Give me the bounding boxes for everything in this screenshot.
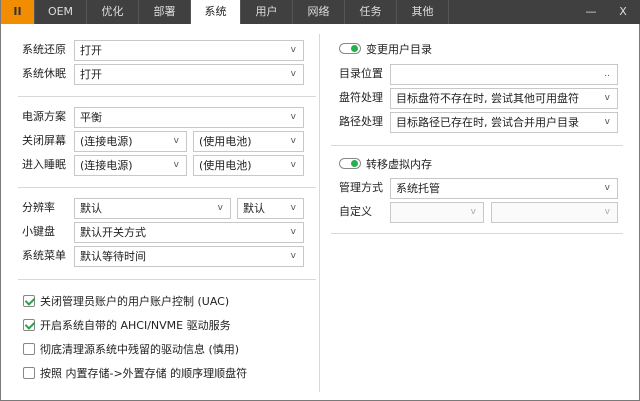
tab-other[interactable]: 其他 <box>397 0 449 24</box>
user-dir-toggle[interactable]: 变更用户目录 <box>339 42 432 58</box>
sleep-ac-select[interactable]: (连接电源) v <box>74 155 187 176</box>
chevron-down-icon: v <box>604 117 610 127</box>
chevron-down-icon: v <box>604 183 610 193</box>
path-handling-label: 路径处理 <box>339 115 383 128</box>
drive-handling-value: 目标盘符不存在时, 尝试其他可用盘符 <box>396 92 579 105</box>
dir-location-input[interactable]: .. <box>390 64 618 85</box>
checkbox-checked-icon <box>23 295 35 307</box>
manage-mode-select[interactable]: 系统托管 v <box>390 178 618 199</box>
drive-order-checkbox[interactable]: 按照 内置存储->外置存储 的顺序理顺盘符 <box>23 366 247 382</box>
chevron-down-icon: v <box>290 203 296 213</box>
path-handling-value: 目标路径已存在时, 尝试合并用户目录 <box>396 116 579 129</box>
pagefile-toggle[interactable]: 转移虚拟内存 <box>339 157 432 173</box>
hibernate-select[interactable]: 打开 v <box>74 64 304 85</box>
path-handling-select[interactable]: 目标路径已存在时, 尝试合并用户目录 v <box>390 112 618 133</box>
power-plan-select[interactable]: 平衡 v <box>74 107 304 128</box>
app-window: II OEM 优化 部署 系统 用户 网络 任务 其他 — X 系统还原 打开 v… <box>0 0 640 401</box>
boot-menu-label: 系统菜单 <box>22 249 66 262</box>
screen-off-ac-value: (连接电源) <box>80 135 133 148</box>
chevron-down-icon: v <box>290 227 296 237</box>
numpad-value: 默认开关方式 <box>80 226 146 239</box>
sleep-battery-value: (使用电池) <box>199 159 252 172</box>
custom-max-select[interactable]: v <box>491 202 618 223</box>
chevron-down-icon: v <box>604 207 610 217</box>
refresh-value: 默认 <box>243 202 265 215</box>
chevron-down-icon: v <box>470 207 476 217</box>
resolution-value: 默认 <box>80 202 102 215</box>
tab-network[interactable]: 网络 <box>293 0 345 24</box>
ahci-checkbox[interactable]: 开启系统自带的 AHCI/NVME 驱动服务 <box>23 318 231 334</box>
divider <box>331 145 623 146</box>
dir-location-label: 目录位置 <box>339 67 383 80</box>
restore-select[interactable]: 打开 v <box>74 40 304 61</box>
checkbox-checked-icon <box>23 319 35 331</box>
chevron-down-icon: v <box>290 112 296 122</box>
manage-mode-value: 系统托管 <box>396 182 440 195</box>
hibernate-label: 系统休眠 <box>22 67 66 80</box>
boot-menu-value: 默认等待时间 <box>80 250 146 263</box>
divider <box>18 187 316 188</box>
clean-drivers-label: 彻底清理源系统中残留的驱动信息 (慎用) <box>40 343 240 356</box>
resolution-label: 分辨率 <box>22 201 55 214</box>
power-plan-value: 平衡 <box>80 111 102 124</box>
screen-off-label: 关闭屏幕 <box>22 134 66 147</box>
uac-label: 关闭管理员账户的用户账户控制 (UAC) <box>40 295 230 308</box>
tab-system[interactable]: 系统 <box>191 0 241 24</box>
tab-optimize[interactable]: 优化 <box>87 0 139 24</box>
restore-label: 系统还原 <box>22 43 66 56</box>
pagefile-label: 转移虚拟内存 <box>366 158 432 171</box>
chevron-down-icon: v <box>217 203 223 213</box>
tab-brand[interactable]: II <box>1 0 35 24</box>
restore-value: 打开 <box>80 44 102 57</box>
divider <box>331 233 623 234</box>
divider <box>18 279 316 280</box>
drive-order-label: 按照 内置存储->外置存储 的顺序理顺盘符 <box>40 367 248 380</box>
sleep-battery-select[interactable]: (使用电池) v <box>193 155 304 176</box>
custom-label: 自定义 <box>339 205 372 218</box>
toggle-on-icon <box>339 43 361 54</box>
browse-button[interactable]: .. <box>604 65 610 84</box>
chevron-down-icon: v <box>290 251 296 261</box>
screen-off-battery-select[interactable]: (使用电池) v <box>193 131 304 152</box>
toggle-on-icon <box>339 158 361 169</box>
chevron-down-icon: v <box>290 136 296 146</box>
chevron-down-icon: v <box>173 160 179 170</box>
checkbox-icon <box>23 343 35 355</box>
power-plan-label: 电源方案 <box>22 110 66 123</box>
minimize-button[interactable]: — <box>576 0 606 24</box>
tab-tasks[interactable]: 任务 <box>345 0 397 24</box>
numpad-label: 小键盘 <box>22 225 55 238</box>
clean-drivers-checkbox[interactable]: 彻底清理源系统中残留的驱动信息 (慎用) <box>23 342 239 358</box>
drive-handling-select[interactable]: 目标盘符不存在时, 尝试其他可用盘符 v <box>390 88 618 109</box>
sleep-label: 进入睡眠 <box>22 158 66 171</box>
tab-user[interactable]: 用户 <box>241 0 293 24</box>
chevron-down-icon: v <box>290 45 296 55</box>
user-dir-label: 变更用户目录 <box>366 43 432 56</box>
tab-oem[interactable]: OEM <box>35 0 87 24</box>
vertical-divider <box>319 34 320 392</box>
custom-min-select[interactable]: v <box>390 202 484 223</box>
ahci-label: 开启系统自带的 AHCI/NVME 驱动服务 <box>40 319 231 332</box>
tab-deploy[interactable]: 部署 <box>139 0 191 24</box>
resolution-select[interactable]: 默认 v <box>74 198 231 219</box>
uac-checkbox[interactable]: 关闭管理员账户的用户账户控制 (UAC) <box>23 294 229 310</box>
refresh-select[interactable]: 默认 v <box>237 198 304 219</box>
chevron-down-icon: v <box>173 136 179 146</box>
chevron-down-icon: v <box>290 69 296 79</box>
tab-bar: II OEM 优化 部署 系统 用户 网络 任务 其他 — X <box>1 0 640 24</box>
screen-off-ac-select[interactable]: (连接电源) v <box>74 131 187 152</box>
chevron-down-icon: v <box>604 93 610 103</box>
boot-menu-select[interactable]: 默认等待时间 v <box>74 246 304 267</box>
hibernate-value: 打开 <box>80 68 102 81</box>
screen-off-battery-value: (使用电池) <box>199 135 252 148</box>
drive-handling-label: 盘符处理 <box>339 91 383 104</box>
divider <box>18 96 316 97</box>
chevron-down-icon: v <box>290 160 296 170</box>
checkbox-icon <box>23 367 35 379</box>
numpad-select[interactable]: 默认开关方式 v <box>74 222 304 243</box>
manage-mode-label: 管理方式 <box>339 181 383 194</box>
close-button[interactable]: X <box>608 0 638 24</box>
sleep-ac-value: (连接电源) <box>80 159 133 172</box>
